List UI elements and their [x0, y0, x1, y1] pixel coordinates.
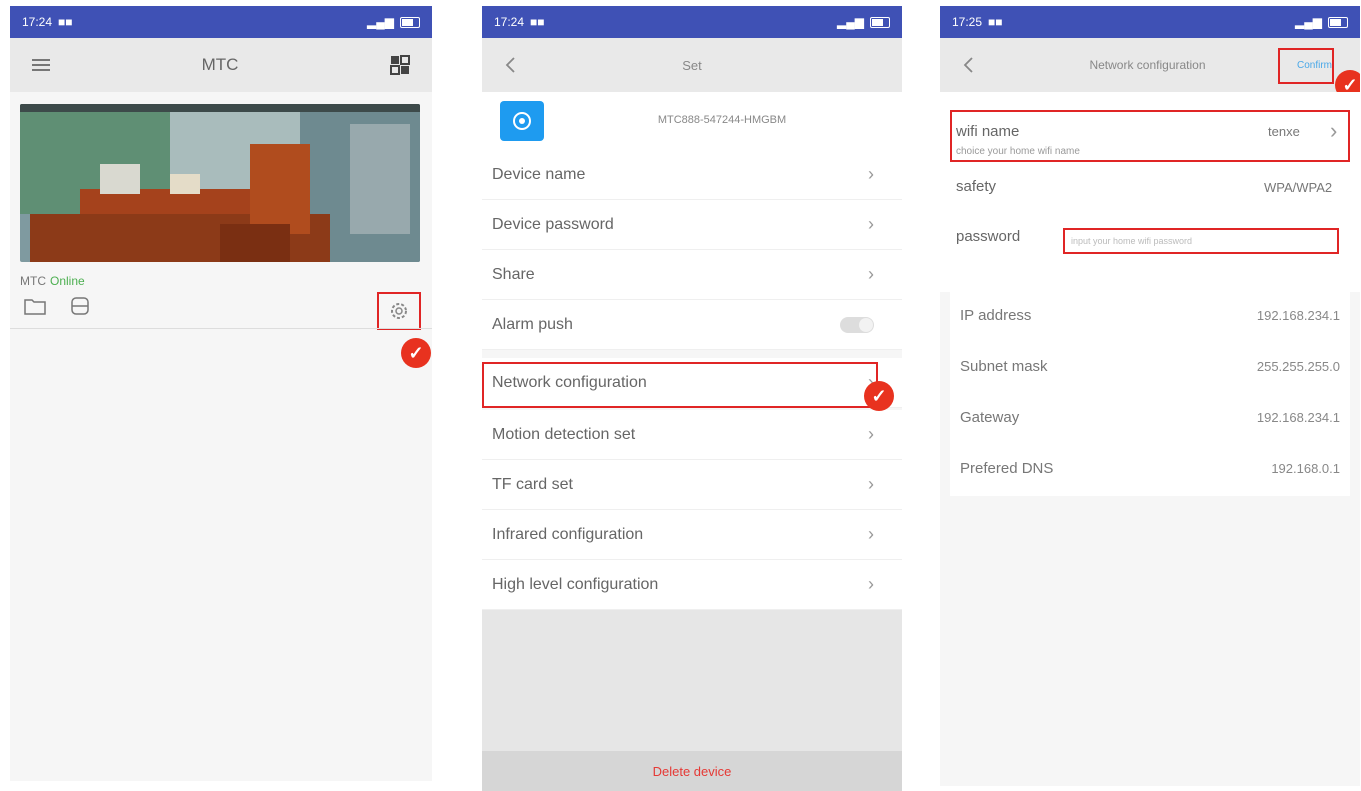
- safety-label: safety: [956, 178, 997, 195]
- notification-icon: ■■: [530, 15, 545, 29]
- settings-gear-icon[interactable]: [389, 301, 409, 321]
- status-bar: 17:24 ■■ ▂▄▆: [10, 6, 432, 38]
- device-name: MTC: [20, 274, 46, 288]
- row-label: Gateway: [960, 409, 1020, 426]
- folder-icon[interactable]: [24, 296, 46, 316]
- phone-settings-screen: 17:24 ■■ ▂▄▆ Set MTC888-547244-HMGBM Devi…: [482, 6, 902, 791]
- row-label: Alarm push: [492, 315, 573, 333]
- password-input[interactable]: input your home wifi password: [1063, 228, 1339, 254]
- cloud-storage-icon[interactable]: [70, 296, 90, 316]
- status-time: 17:24: [22, 15, 53, 29]
- row-label: TF card set: [492, 475, 573, 493]
- row-label: Subnet mask: [960, 358, 1048, 375]
- chevron-right-icon: ›: [868, 264, 874, 284]
- row-value: 255.255.255.0: [1256, 359, 1340, 374]
- phone-network-config-screen: 17:25 ■■ ▂▄▆ Network configuration Confir…: [940, 6, 1360, 786]
- online-status: Online: [50, 274, 85, 288]
- gateway-row: Gateway 192.168.234.1: [950, 392, 1350, 443]
- app-title: Network configuration: [1089, 58, 1206, 72]
- battery-icon: [1328, 16, 1348, 28]
- chevron-right-icon: ›: [868, 474, 874, 494]
- confirm-highlight: [1278, 48, 1334, 84]
- wifi-name-value[interactable]: tenxe: [1268, 124, 1300, 139]
- row-infrared[interactable]: Infrared configuration ›: [482, 510, 902, 560]
- notification-icon: ■■: [988, 15, 1003, 29]
- row-label: High level configuration: [492, 575, 659, 593]
- safety-value: WPA/WPA2: [1264, 180, 1333, 195]
- device-status: MTC Online: [20, 274, 85, 288]
- chevron-right-icon[interactable]: ›: [1330, 118, 1337, 144]
- password-label: password: [956, 228, 1021, 245]
- row-tf-card[interactable]: TF card set ›: [482, 460, 902, 510]
- chevron-right-icon: ›: [868, 574, 874, 594]
- signal-icon: ▂▄▆: [837, 15, 864, 29]
- row-value: 192.168.234.1: [1256, 410, 1340, 425]
- delete-device-button[interactable]: Delete device: [482, 751, 902, 791]
- status-time: 17:25: [952, 15, 983, 29]
- status-bar: 17:25 ■■ ▂▄▆: [940, 6, 1360, 38]
- row-high-level[interactable]: High level configuration ›: [482, 560, 902, 610]
- ip-address-row: IP address 192.168.234.1: [950, 290, 1350, 341]
- chevron-right-icon: ›: [868, 214, 874, 234]
- battery-icon: [400, 16, 420, 28]
- status-time: 17:24: [494, 15, 525, 29]
- app-bar: Set: [482, 38, 902, 92]
- status-bar: 17:24 ■■ ▂▄▆: [482, 6, 902, 38]
- row-value: 192.168.0.1: [1271, 461, 1340, 476]
- row-alarm-push: Alarm push: [482, 300, 902, 350]
- camera-preview-image[interactable]: [20, 104, 420, 262]
- device-toolbar: [24, 296, 90, 316]
- row-label: Motion detection set: [492, 425, 636, 443]
- chevron-right-icon: ›: [868, 164, 874, 184]
- app-bar: MTC: [10, 38, 432, 92]
- back-icon[interactable]: [962, 56, 974, 74]
- subnet-mask-row: Subnet mask 255.255.255.0: [950, 341, 1350, 392]
- check-mark-icon: ✓: [864, 381, 894, 411]
- chevron-right-icon: ›: [868, 424, 874, 444]
- wifi-name-hint: choice your home wifi name: [956, 146, 1080, 157]
- notification-icon: ■■: [58, 15, 73, 29]
- row-label: Infrared configuration: [492, 525, 644, 543]
- row-value: 192.168.234.1: [1256, 308, 1340, 323]
- chevron-right-icon: ›: [868, 524, 874, 544]
- check-mark-icon: ✓: [401, 338, 431, 368]
- row-label: Share: [492, 265, 535, 283]
- phone-home-screen: 17:24 ■■ ▂▄▆ MTC MTC Online ✓: [10, 6, 432, 781]
- row-label: Device password: [492, 215, 614, 233]
- row-label: Device name: [492, 165, 586, 183]
- signal-icon: ▂▄▆: [367, 15, 394, 29]
- row-label: Prefered DNS: [960, 460, 1054, 477]
- preferred-dns-row: Prefered DNS 192.168.0.1: [950, 443, 1350, 494]
- row-label: IP address: [960, 307, 1032, 324]
- wifi-name-label: wifi name: [956, 123, 1020, 140]
- row-device-name[interactable]: Device name ›: [482, 150, 902, 200]
- alarm-push-toggle[interactable]: [840, 316, 874, 333]
- app-title: Set: [682, 57, 702, 73]
- network-config-highlight: [482, 362, 878, 408]
- row-share[interactable]: Share ›: [482, 250, 902, 300]
- back-icon[interactable]: [504, 56, 516, 74]
- device-id: MTC888-547244-HMGBM: [657, 114, 787, 126]
- menu-icon[interactable]: [32, 58, 50, 72]
- divider: [10, 328, 432, 329]
- app-title: MTC: [201, 55, 239, 74]
- battery-icon: [870, 16, 890, 28]
- add-device-icon[interactable]: [389, 55, 410, 75]
- network-info-card: IP address 192.168.234.1 Subnet mask 255.2…: [950, 290, 1350, 496]
- device-header: MTC888-547244-HMGBM: [482, 92, 902, 150]
- row-device-password[interactable]: Device password ›: [482, 200, 902, 250]
- row-motion-detection[interactable]: Motion detection set ›: [482, 410, 902, 460]
- signal-icon: ▂▄▆: [1295, 15, 1322, 29]
